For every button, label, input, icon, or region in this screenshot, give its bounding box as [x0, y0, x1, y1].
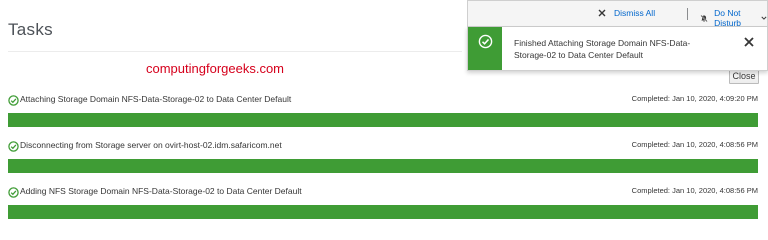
dismiss-all-button[interactable]: Dismiss All: [598, 8, 655, 18]
check-circle-icon: [8, 95, 19, 106]
dismiss-all-label: Dismiss All: [614, 8, 656, 18]
task-progress-bar: [8, 205, 758, 219]
check-circle-icon: [8, 187, 19, 198]
close-icon: [598, 9, 606, 17]
task-progress-fill: [8, 205, 758, 219]
task-label: Disconnecting from Storage server on ovi…: [20, 140, 282, 150]
watermark-text: computingforgeeks.com: [146, 61, 285, 76]
bell-slash-icon: [700, 14, 708, 22]
task-item: Adding NFS Storage Domain NFS-Data-Stora…: [8, 186, 758, 223]
task-completed-time: Completed: Jan 10, 2020, 4:08:56 PM: [631, 186, 758, 195]
toast-message: Finished Attaching Storage Domain NFS-Da…: [514, 38, 691, 60]
page-title: Tasks: [8, 20, 53, 39]
task-progress-bar: [8, 113, 758, 127]
toast-close-icon[interactable]: [744, 37, 754, 47]
notification-drawer-header: Dismiss All Do Not Disturb: [467, 0, 768, 28]
check-circle-icon: [478, 34, 493, 49]
do-not-disturb-label: Do Not Disturb: [714, 8, 742, 28]
task-label: Attaching Storage Domain NFS-Data-Storag…: [20, 94, 292, 104]
notification-toast: Finished Attaching Storage Domain NFS-Da…: [467, 27, 768, 71]
task-progress-bar: [8, 159, 758, 173]
check-circle-icon: [8, 141, 19, 152]
toast-status-bar: [468, 27, 502, 70]
title-divider: [8, 51, 462, 52]
task-progress-fill: [8, 159, 758, 173]
chevron-down-icon: [761, 16, 767, 20]
task-item: Attaching Storage Domain NFS-Data-Storag…: [8, 94, 758, 131]
task-item: Disconnecting from Storage server on ovi…: [8, 140, 758, 177]
task-progress-fill: [8, 113, 758, 127]
task-completed-time: Completed: Jan 10, 2020, 4:09:20 PM: [631, 94, 758, 103]
do-not-disturb-dropdown[interactable]: Do Not Disturb: [700, 8, 767, 28]
task-completed-time: Completed: Jan 10, 2020, 4:08:56 PM: [631, 140, 758, 149]
header-divider: [687, 8, 688, 20]
task-label: Adding NFS Storage Domain NFS-Data-Stora…: [20, 186, 302, 196]
